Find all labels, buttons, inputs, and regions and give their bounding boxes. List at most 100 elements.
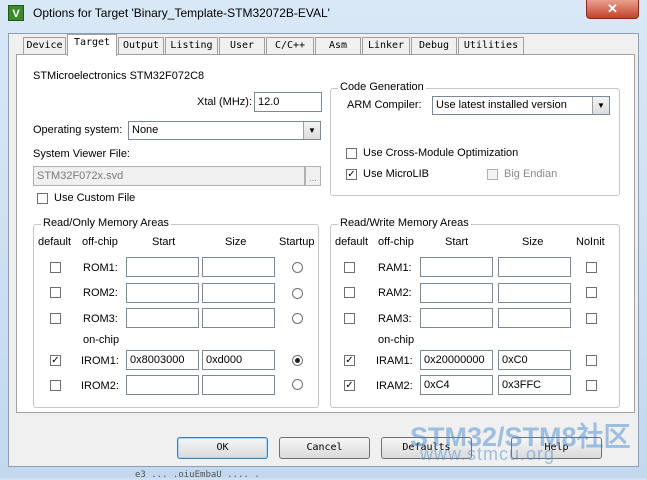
tab-c-cpp[interactable]: C/C++ xyxy=(266,37,314,54)
ram3-size-input[interactable] xyxy=(498,308,571,328)
svd-input[interactable]: STM32F072x.svd xyxy=(33,166,305,186)
tab-linker[interactable]: Linker xyxy=(362,37,410,54)
chevron-down-icon: ▼ xyxy=(303,122,320,139)
close-button[interactable]: ✕ xyxy=(586,0,639,19)
rom2-startup-radio[interactable] xyxy=(292,288,303,299)
iram1-size-input[interactable]: 0xC0 xyxy=(498,350,571,370)
iram1-start-input[interactable]: 0x20000000 xyxy=(420,350,493,370)
ram2-start-input[interactable] xyxy=(420,283,493,303)
ro-header-start: Start xyxy=(152,236,176,248)
keil-uv-icon: V xyxy=(8,5,24,21)
cancel-button[interactable]: Cancel xyxy=(279,437,370,459)
iram2-noinit-checkbox[interactable] xyxy=(586,380,597,391)
irom1-startup-radio[interactable] xyxy=(292,355,303,366)
rom1-start-input[interactable] xyxy=(126,257,199,277)
rw-header-noinit: NoInit xyxy=(576,236,605,248)
tab-asm[interactable]: Asm xyxy=(315,37,361,54)
rom3-start-input[interactable] xyxy=(126,308,199,328)
tab-device[interactable]: Device xyxy=(23,37,66,54)
ram2-noinit-checkbox[interactable] xyxy=(586,287,597,298)
code-generation-title: Code Generation xyxy=(338,81,426,93)
iram2-default-checkbox[interactable]: ✓ xyxy=(344,380,355,391)
big-endian-label: Big Endian xyxy=(504,168,558,180)
ro-header-offchip: off-chip xyxy=(82,236,118,248)
svd-browse-button[interactable]: ... xyxy=(305,166,321,186)
tab-utilities[interactable]: Utilities xyxy=(458,37,524,54)
title-bar[interactable]: V Options for Target 'Binary_Template-ST… xyxy=(0,0,647,27)
rom2-start-input[interactable] xyxy=(126,283,199,303)
microlib-checkbox[interactable]: ✓ xyxy=(346,169,357,180)
tab-target[interactable]: Target xyxy=(67,34,117,56)
rw-header-size: Size xyxy=(522,236,544,248)
ram2-default-checkbox[interactable] xyxy=(344,287,355,298)
tab-output[interactable]: Output xyxy=(118,37,164,54)
xtal-label: Xtal (MHz): xyxy=(197,96,252,108)
rom2-size-input[interactable] xyxy=(202,283,275,303)
arm-compiler-select[interactable]: Use latest installed version ▼ xyxy=(432,96,610,115)
arm-compiler-value: Use latest installed version xyxy=(436,99,567,111)
ram3-default-checkbox[interactable] xyxy=(344,313,355,324)
big-endian-checkbox[interactable] xyxy=(487,169,498,180)
ro-header-default: default xyxy=(38,236,72,248)
rom1-default-checkbox[interactable] xyxy=(50,262,61,273)
custom-file-label: Use Custom File xyxy=(54,192,136,204)
rom1-size-input[interactable] xyxy=(202,257,275,277)
window-title: Options for Target 'Binary_Template-STM3… xyxy=(33,6,330,20)
rom2-label: ROM2: xyxy=(83,287,118,299)
irom1-start-input[interactable]: 0x8003000 xyxy=(126,350,199,370)
ram3-label: RAM3: xyxy=(378,313,412,325)
rom1-startup-radio[interactable] xyxy=(292,262,303,273)
device-name: STMicroelectronics STM32F072C8 xyxy=(33,70,205,82)
ram3-noinit-checkbox[interactable] xyxy=(586,313,597,324)
rom3-default-checkbox[interactable] xyxy=(50,313,61,324)
os-select[interactable]: None ▼ xyxy=(128,121,321,140)
iram2-size-input[interactable]: 0x3FFC xyxy=(498,375,571,395)
tab-listing[interactable]: Listing xyxy=(165,37,218,54)
chevron-down-icon: ▼ xyxy=(592,97,609,114)
ok-button[interactable]: OK xyxy=(177,437,268,459)
ram2-size-input[interactable] xyxy=(498,283,571,303)
irom1-size-input[interactable]: 0xd000 xyxy=(202,350,275,370)
ram3-start-input[interactable] xyxy=(420,308,493,328)
rw-onchip-label: on-chip xyxy=(378,334,415,346)
ram1-size-input[interactable] xyxy=(498,257,571,277)
xtal-input[interactable]: 12.0 xyxy=(254,92,322,112)
iram2-start-input[interactable]: 0xC4 xyxy=(420,375,493,395)
rw-header-start: Start xyxy=(445,236,469,248)
irom2-start-input[interactable] xyxy=(126,375,199,395)
cross-module-label: Use Cross-Module Optimization xyxy=(363,147,519,159)
irom2-size-input[interactable] xyxy=(202,375,275,395)
os-label: Operating system: xyxy=(33,124,123,136)
rw-memory-title: Read/Write Memory Areas xyxy=(338,217,471,229)
close-icon: ✕ xyxy=(607,1,618,16)
watermark-url: www.stmcu.org xyxy=(420,444,556,464)
arm-compiler-label: ARM Compiler: xyxy=(347,99,422,111)
rw-header-offchip: off-chip xyxy=(378,236,414,248)
ram1-noinit-checkbox[interactable] xyxy=(586,262,597,273)
dialog-window: V Options for Target 'Binary_Template-ST… xyxy=(0,0,647,480)
iram1-noinit-checkbox[interactable] xyxy=(586,355,597,366)
ro-header-size: Size xyxy=(225,236,247,248)
rom3-size-input[interactable] xyxy=(202,308,275,328)
rom3-startup-radio[interactable] xyxy=(292,313,303,324)
iram1-label: IRAM1: xyxy=(376,355,413,367)
irom2-default-checkbox[interactable] xyxy=(50,380,61,391)
ram1-default-checkbox[interactable] xyxy=(344,262,355,273)
tab-user[interactable]: User xyxy=(219,37,265,54)
irom1-label: IROM1: xyxy=(81,355,119,367)
irom2-startup-radio[interactable] xyxy=(292,379,303,390)
ro-header-startup: Startup xyxy=(279,236,315,248)
iram1-default-checkbox[interactable]: ✓ xyxy=(344,355,355,366)
cross-module-checkbox[interactable] xyxy=(346,148,357,159)
irom2-label: IROM2: xyxy=(81,380,119,392)
rom2-default-checkbox[interactable] xyxy=(50,287,61,298)
ro-memory-title: Read/Only Memory Areas xyxy=(41,217,171,229)
custom-file-checkbox[interactable] xyxy=(37,193,48,204)
ro-onchip-label: on-chip xyxy=(83,334,120,346)
irom1-default-checkbox[interactable]: ✓ xyxy=(50,355,61,366)
microlib-label: Use MicroLIB xyxy=(363,168,430,180)
iram2-label: IRAM2: xyxy=(376,380,413,392)
os-select-value: None xyxy=(132,124,159,136)
ram1-start-input[interactable] xyxy=(420,257,493,277)
tab-debug[interactable]: Debug xyxy=(411,37,457,54)
